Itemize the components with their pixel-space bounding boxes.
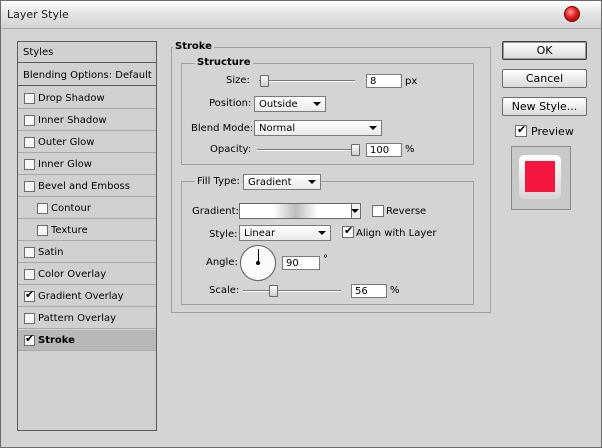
align-with-layer-label: Align with Layer bbox=[356, 228, 437, 239]
angle-input[interactable]: 90 bbox=[282, 256, 320, 270]
checkmark-icon: ✔ bbox=[344, 224, 354, 237]
checkbox[interactable] bbox=[37, 225, 48, 236]
checkmark-icon: ✔ bbox=[25, 288, 35, 301]
blend-mode-label: Blend Mode: bbox=[191, 123, 254, 134]
structure-title: Structure bbox=[195, 57, 253, 68]
checkbox[interactable] bbox=[24, 269, 35, 280]
gradient-dropdown[interactable] bbox=[351, 203, 361, 219]
size-unit: px bbox=[405, 76, 418, 87]
size-input[interactable]: 8 bbox=[366, 74, 402, 88]
blend-mode-select[interactable]: Normal bbox=[254, 120, 382, 136]
chevron-down-icon bbox=[308, 180, 316, 184]
style-item-bevel-emboss[interactable]: Bevel and Emboss bbox=[18, 176, 156, 197]
preview-swatch-frame bbox=[519, 155, 561, 199]
checkmark-icon: ✔ bbox=[25, 332, 35, 345]
size-label: Size: bbox=[226, 75, 250, 86]
scale-unit: % bbox=[390, 285, 400, 296]
opacity-label: Opacity: bbox=[210, 144, 252, 155]
new-style-button[interactable]: New Style... bbox=[502, 97, 587, 116]
checkbox[interactable] bbox=[24, 247, 35, 258]
stroke-title: Stroke bbox=[173, 41, 214, 52]
style-preview bbox=[511, 146, 571, 210]
checkbox[interactable] bbox=[24, 93, 35, 104]
angle-unit: ° bbox=[323, 254, 328, 265]
align-with-layer-checkbox[interactable]: ✔ bbox=[342, 224, 354, 238]
styles-list: Styles Blending Options: Default Drop Sh… bbox=[17, 41, 157, 431]
style-item-outer-glow[interactable]: Outer Glow bbox=[18, 132, 156, 153]
gradient-label: Gradient: bbox=[192, 206, 239, 217]
gradient-style-select[interactable]: Linear bbox=[239, 225, 331, 241]
style-item-color-overlay[interactable]: Color Overlay bbox=[18, 264, 156, 285]
style-item-contour[interactable]: Contour bbox=[18, 198, 156, 219]
opacity-input[interactable]: 100 bbox=[366, 143, 402, 157]
style-item-stroke[interactable]: ✔ Stroke bbox=[18, 330, 156, 351]
scale-slider-handle[interactable] bbox=[269, 285, 278, 297]
preview-label: Preview bbox=[531, 125, 574, 138]
reverse-label: Reverse bbox=[386, 206, 427, 217]
angle-label: Angle: bbox=[206, 257, 238, 268]
angle-center bbox=[256, 261, 260, 265]
ok-button[interactable]: OK bbox=[502, 41, 587, 60]
styles-header[interactable]: Styles bbox=[18, 42, 156, 63]
chevron-down-icon bbox=[369, 126, 377, 130]
scale-input[interactable]: 56 bbox=[351, 284, 387, 298]
style-label: Style: bbox=[209, 229, 238, 240]
window-title: Layer Style bbox=[7, 8, 69, 21]
fill-type-label: Fill Type: bbox=[195, 176, 242, 187]
blending-options-item[interactable]: Blending Options: Default bbox=[18, 65, 156, 86]
checkmark-icon: ✔ bbox=[517, 123, 527, 136]
checkbox[interactable] bbox=[24, 181, 35, 192]
gradient-picker[interactable] bbox=[239, 203, 352, 219]
layer-style-dialog: Layer Style Styles Blending Options: Def… bbox=[0, 0, 602, 448]
opacity-slider-handle[interactable] bbox=[351, 144, 360, 156]
checkbox[interactable] bbox=[37, 203, 48, 214]
checkbox[interactable]: ✔ bbox=[24, 332, 35, 346]
title-bar[interactable]: Layer Style bbox=[1, 1, 601, 29]
close-icon[interactable] bbox=[564, 6, 580, 22]
checkbox[interactable] bbox=[24, 115, 35, 126]
style-item-drop-shadow[interactable]: Drop Shadow bbox=[18, 88, 156, 109]
checkbox[interactable]: ✔ bbox=[24, 288, 35, 302]
chevron-down-icon bbox=[313, 102, 321, 106]
fill-type-select[interactable]: Gradient bbox=[243, 174, 321, 190]
checkbox[interactable] bbox=[24, 313, 35, 324]
style-item-gradient-overlay[interactable]: ✔ Gradient Overlay bbox=[18, 286, 156, 307]
opacity-slider-track[interactable] bbox=[257, 149, 357, 151]
style-item-satin[interactable]: Satin bbox=[18, 242, 156, 263]
chevron-down-icon bbox=[318, 231, 326, 235]
style-item-inner-glow[interactable]: Inner Glow bbox=[18, 154, 156, 175]
style-item-inner-shadow[interactable]: Inner Shadow bbox=[18, 110, 156, 131]
style-item-texture[interactable]: Texture bbox=[18, 220, 156, 241]
angle-dial[interactable] bbox=[240, 245, 276, 281]
style-item-pattern-overlay[interactable]: Pattern Overlay bbox=[18, 308, 156, 329]
preview-checkbox[interactable]: ✔ bbox=[515, 123, 527, 137]
position-select[interactable]: Outside bbox=[254, 96, 326, 112]
size-slider-track[interactable] bbox=[259, 80, 355, 82]
position-label: Position: bbox=[209, 98, 252, 109]
scale-label: Scale: bbox=[209, 285, 240, 296]
preview-swatch bbox=[525, 161, 555, 192]
scale-slider-track[interactable] bbox=[243, 290, 341, 292]
size-slider-handle[interactable] bbox=[260, 75, 269, 87]
reverse-checkbox[interactable] bbox=[372, 205, 384, 217]
checkbox[interactable] bbox=[24, 137, 35, 148]
cancel-button[interactable]: Cancel bbox=[502, 69, 587, 88]
chevron-down-icon bbox=[351, 209, 359, 213]
opacity-unit: % bbox=[405, 144, 415, 155]
checkbox[interactable] bbox=[24, 159, 35, 170]
